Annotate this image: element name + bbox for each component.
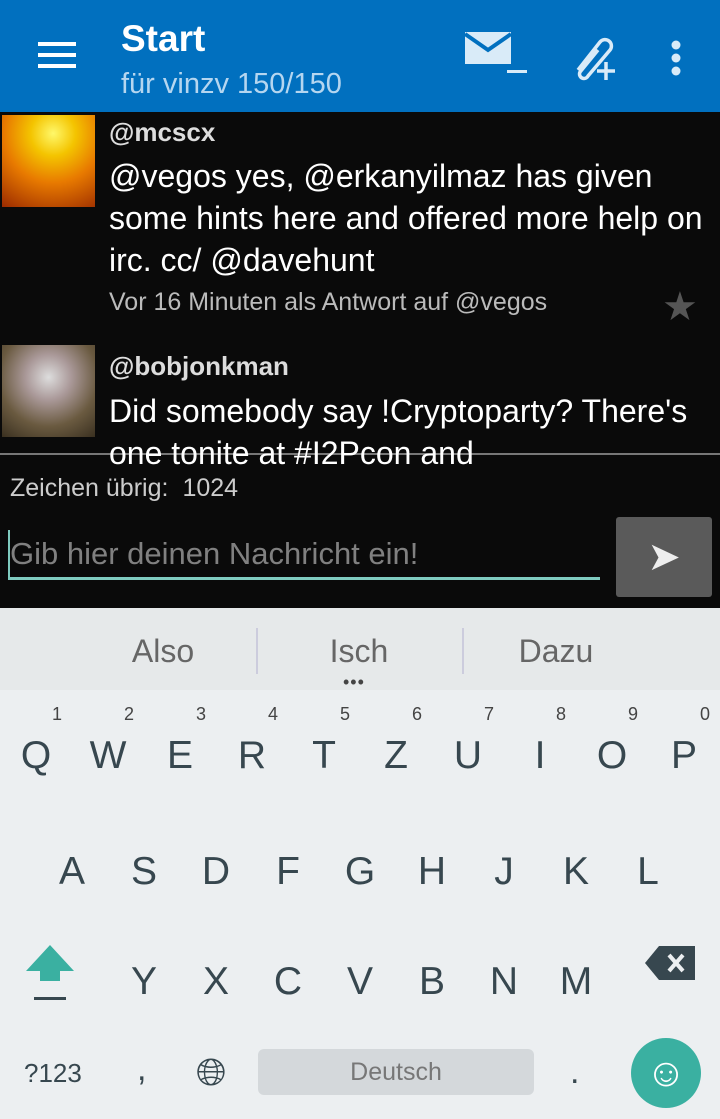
symbols-key[interactable]: ?123 (24, 1058, 82, 1089)
key-f[interactable]: F (252, 820, 324, 920)
keyboard: Also Isch Dazu ••• Q1W2E3R4T5Z6U7I8O9P0A… (0, 608, 720, 1119)
key-j[interactable]: J (468, 820, 540, 920)
suggestion[interactable]: Also (73, 633, 253, 670)
key-q[interactable]: Q1 (0, 704, 72, 804)
tweet-text: @vegos yes, @erkanyilmaz has given some … (109, 158, 703, 278)
key-i[interactable]: I8 (504, 704, 576, 804)
send-button[interactable]: ➤ (616, 517, 712, 597)
key-label: E (166, 734, 193, 777)
key-label: N (489, 960, 519, 1003)
timeline[interactable]: @mcscx @vegos yes, @erkanyilmaz has give… (0, 112, 720, 472)
key-label: C (273, 960, 303, 1003)
key-label: S (130, 850, 157, 893)
key-label: O (596, 734, 628, 777)
key-g[interactable]: G (324, 820, 396, 920)
tweet-username[interactable]: @bobjonkman (109, 351, 289, 382)
key-l[interactable]: L (612, 820, 684, 920)
mail-minus-icon[interactable] (465, 32, 529, 78)
key-hint: 2 (123, 704, 134, 724)
backspace-icon[interactable] (645, 946, 695, 980)
suggestion-bar: Also Isch Dazu ••• (0, 608, 720, 693)
tweet-item[interactable]: @mcscx @vegos yes, @erkanyilmaz has give… (0, 112, 720, 341)
key-t[interactable]: T5 (288, 704, 360, 804)
key-label: K (562, 850, 589, 893)
key-label: R (237, 734, 267, 777)
key-label: H (417, 850, 447, 893)
key-h[interactable]: H (396, 820, 468, 920)
key-hint: 3 (195, 704, 206, 724)
key-label: Z (384, 734, 408, 777)
key-hint: 1 (51, 704, 62, 724)
period-key[interactable]: . (570, 1053, 579, 1092)
avatar[interactable] (2, 115, 95, 207)
menu-icon[interactable] (38, 42, 76, 70)
key-e[interactable]: E3 (144, 704, 216, 804)
key-hint: 9 (627, 704, 638, 724)
key-k[interactable]: K (540, 820, 612, 920)
key-label: A (58, 850, 85, 893)
attach-add-icon[interactable] (566, 30, 622, 82)
key-v[interactable]: V (324, 930, 396, 1030)
key-r[interactable]: R4 (216, 704, 288, 804)
key-label: F (276, 850, 300, 893)
key-label: U (453, 734, 483, 777)
comma-key[interactable]: , (137, 1050, 146, 1089)
tweet-item[interactable]: @bobjonkman Did somebody say !Cryptopart… (0, 343, 720, 472)
tweet-meta: Vor 16 Minuten als Antwort auf @vegos (109, 288, 548, 316)
shift-icon[interactable] (24, 943, 76, 1003)
star-icon[interactable]: ★ (662, 284, 698, 330)
key-p[interactable]: P0 (648, 704, 720, 804)
key-s[interactable]: S (108, 820, 180, 920)
key-hint: 5 (339, 704, 350, 724)
key-hint: 7 (483, 704, 494, 724)
key-u[interactable]: U7 (432, 704, 504, 804)
key-label: L (637, 850, 659, 893)
key-label: X (202, 960, 229, 1003)
suggestion[interactable]: Dazu (466, 633, 646, 670)
avatar[interactable] (2, 345, 95, 437)
page-title: Start (121, 18, 206, 59)
key-label: V (346, 960, 373, 1003)
key-label: B (418, 960, 445, 1003)
key-label: T (312, 734, 336, 777)
key-x[interactable]: X (180, 930, 252, 1030)
key-label: Q (20, 734, 52, 777)
key-label: G (344, 850, 376, 893)
tweet-username[interactable]: @mcscx (109, 117, 215, 148)
key-label: J (494, 850, 514, 893)
suggestion[interactable]: Isch (269, 633, 449, 670)
key-c[interactable]: C (252, 930, 324, 1030)
tweet-text: Did somebody say !Cryptoparty? There's o… (109, 393, 688, 471)
key-label: M (559, 960, 593, 1003)
key-hint: 0 (699, 704, 710, 724)
space-key[interactable]: Deutsch (258, 1049, 534, 1095)
key-y[interactable]: Y (108, 930, 180, 1030)
key-n[interactable]: N (468, 930, 540, 1030)
more-options-icon[interactable] (669, 40, 683, 76)
key-label: D (201, 850, 231, 893)
key-z[interactable]: Z6 (360, 704, 432, 804)
key-hint: 4 (267, 704, 278, 724)
key-hint: 8 (555, 704, 566, 724)
emoji-icon[interactable]: ☺ (631, 1038, 701, 1108)
message-input[interactable] (8, 530, 600, 580)
key-d[interactable]: D (180, 820, 252, 920)
key-b[interactable]: B (396, 930, 468, 1030)
key-w[interactable]: W2 (72, 704, 144, 804)
key-a[interactable]: A (36, 820, 108, 920)
characters-remaining: Zeichen übrig: 1024 (10, 474, 239, 502)
send-icon: ➤ (647, 535, 681, 579)
key-o[interactable]: O9 (576, 704, 648, 804)
page-subtitle: für vinzv 150/150 (121, 68, 342, 100)
key-m[interactable]: M (540, 930, 612, 1030)
globe-icon[interactable]: 🌐︎ (196, 1052, 226, 1095)
more-suggestions-icon[interactable]: ••• (343, 672, 365, 693)
key-label: P (670, 734, 697, 777)
key-label: W (89, 734, 127, 777)
key-label: Y (130, 960, 157, 1003)
key-hint: 6 (411, 704, 422, 724)
app-bar: Start für vinzv 150/150 (0, 0, 720, 112)
key-label: I (534, 734, 546, 777)
